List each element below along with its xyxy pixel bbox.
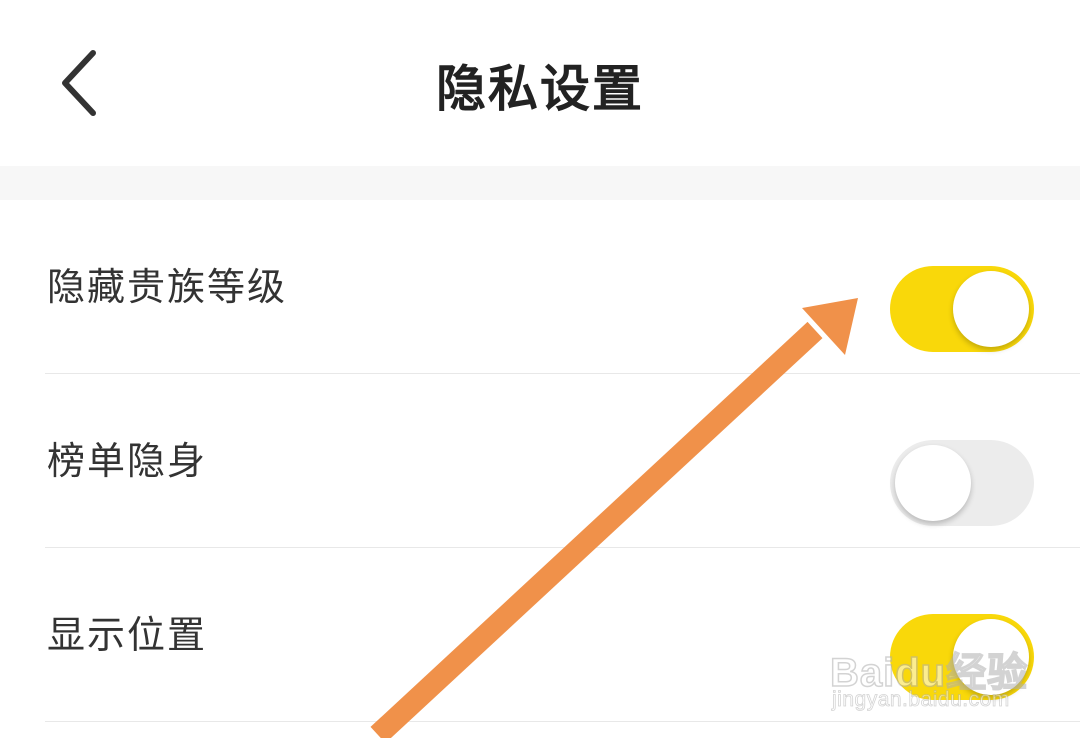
- setting-label: 隐藏贵族等级: [47, 265, 288, 309]
- page-title: 隐私设置: [436, 60, 644, 118]
- toggle-knob: [953, 271, 1029, 347]
- section-divider: [0, 166, 1080, 200]
- ranking-invisible-toggle[interactable]: [890, 440, 1034, 526]
- toggle-knob: [953, 619, 1029, 695]
- show-location-toggle[interactable]: [890, 614, 1034, 700]
- setting-row-show-location: 显示位置: [0, 548, 1080, 722]
- setting-label: 显示位置: [47, 613, 208, 657]
- hide-noble-level-toggle[interactable]: [890, 266, 1034, 352]
- setting-row-ranking-invisible: 榜单隐身: [0, 374, 1080, 548]
- header-bar: 隐私设置: [0, 0, 1080, 166]
- toggle-knob: [895, 445, 971, 521]
- row-divider: [45, 721, 1080, 722]
- setting-label: 榜单隐身: [47, 439, 208, 483]
- setting-row-hide-noble-level: 隐藏贵族等级: [0, 200, 1080, 374]
- privacy-settings-screen: 隐私设置 隐藏贵族等级 榜单隐身 显示位置 Baidu经验 jingyan.ba…: [0, 0, 1080, 738]
